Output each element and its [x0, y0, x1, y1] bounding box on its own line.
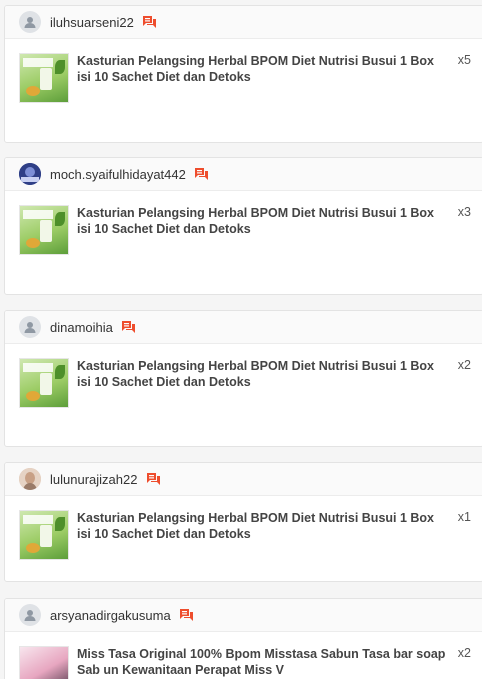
- product-quantity: x1: [457, 510, 471, 524]
- chat-icon[interactable]: [179, 607, 195, 623]
- chat-icon[interactable]: [194, 166, 210, 182]
- buyer-username[interactable]: lulunurajizah22: [50, 472, 137, 487]
- product-thumbnail[interactable]: [19, 205, 69, 255]
- default-avatar-icon[interactable]: [19, 604, 41, 626]
- order-card: iluhsuarseni22 Kasturian Pelangsing Herb…: [4, 5, 482, 143]
- order-card-header: arsyanadirgakusuma: [5, 599, 482, 632]
- order-list: iluhsuarseni22 Kasturian Pelangsing Herb…: [0, 0, 482, 679]
- order-item: Kasturian Pelangsing Herbal BPOM Diet Nu…: [5, 39, 482, 103]
- order-item: Miss Tasa Original 100% Bpom Misstasa Sa…: [5, 632, 482, 679]
- order-item: Kasturian Pelangsing Herbal BPOM Diet Nu…: [5, 191, 482, 255]
- order-card-header: dinamoihia: [5, 311, 482, 344]
- order-card: moch.syaifulhidayat442 Kasturian Pelangs…: [4, 157, 482, 295]
- default-avatar-icon[interactable]: [19, 316, 41, 338]
- product-quantity: x2: [457, 358, 471, 372]
- order-card: arsyanadirgakusuma Miss Tasa Original 10…: [4, 598, 482, 679]
- user-photo-avatar[interactable]: [19, 163, 41, 185]
- order-item: Kasturian Pelangsing Herbal BPOM Diet Nu…: [5, 344, 482, 408]
- chat-icon[interactable]: [121, 319, 137, 335]
- product-thumbnail[interactable]: [19, 510, 69, 560]
- product-name[interactable]: Kasturian Pelangsing Herbal BPOM Diet Nu…: [77, 53, 449, 85]
- product-thumbnail[interactable]: [19, 358, 69, 408]
- buyer-username[interactable]: moch.syaifulhidayat442: [50, 167, 186, 182]
- user-photo-avatar[interactable]: [19, 468, 41, 490]
- order-item: Kasturian Pelangsing Herbal BPOM Diet Nu…: [5, 496, 482, 560]
- order-card: dinamoihia Kasturian Pelangsing Herbal B…: [4, 310, 482, 447]
- product-quantity: x2: [457, 646, 471, 660]
- product-name[interactable]: Kasturian Pelangsing Herbal BPOM Diet Nu…: [77, 358, 449, 390]
- product-thumbnail[interactable]: [19, 646, 69, 679]
- order-card: lulunurajizah22 Kasturian Pelangsing Her…: [4, 462, 482, 582]
- product-name[interactable]: Kasturian Pelangsing Herbal BPOM Diet Nu…: [77, 510, 449, 542]
- buyer-username[interactable]: arsyanadirgakusuma: [50, 608, 171, 623]
- order-card-header: lulunurajizah22: [5, 463, 482, 496]
- product-quantity: x5: [457, 53, 471, 67]
- chat-icon[interactable]: [145, 471, 161, 487]
- chat-icon[interactable]: [142, 14, 158, 30]
- order-card-header: moch.syaifulhidayat442: [5, 158, 482, 191]
- buyer-username[interactable]: dinamoihia: [50, 320, 113, 335]
- product-quantity: x3: [457, 205, 471, 219]
- default-avatar-icon[interactable]: [19, 11, 41, 33]
- product-name[interactable]: Kasturian Pelangsing Herbal BPOM Diet Nu…: [77, 205, 449, 237]
- order-card-header: iluhsuarseni22: [5, 6, 482, 39]
- product-name[interactable]: Miss Tasa Original 100% Bpom Misstasa Sa…: [77, 646, 449, 678]
- buyer-username[interactable]: iluhsuarseni22: [50, 15, 134, 30]
- product-thumbnail[interactable]: [19, 53, 69, 103]
